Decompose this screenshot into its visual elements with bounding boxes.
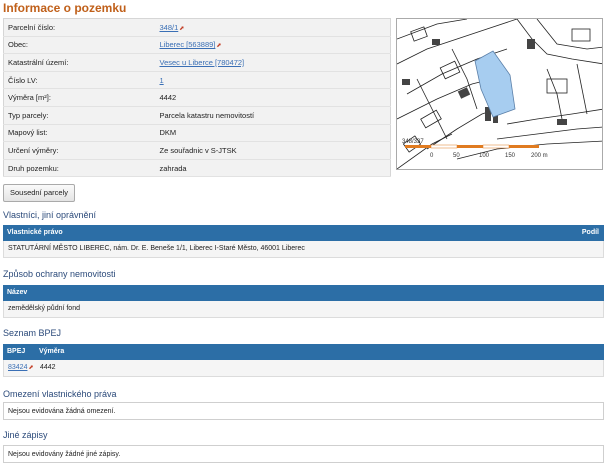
protection-section-title: Způsob ochrany nemovitosti <box>3 269 116 279</box>
table-row: zemědělský půdní fond <box>3 301 604 318</box>
parcel-number-link[interactable]: 348/1 <box>160 23 179 32</box>
owners-section-title: Vlastníci, jiní oprávnění <box>3 210 97 220</box>
column-header-name: Název <box>7 289 28 296</box>
bpej-section-title: Seznam BPEJ <box>3 328 62 338</box>
area-determination-value: Ze souřadnic v S-JTSK <box>155 141 391 160</box>
column-header-share: Podíl <box>581 229 599 236</box>
cadastral-area-link[interactable]: Vesec u Liberce [780472] <box>160 58 245 67</box>
scale-label: 200 m <box>531 153 548 159</box>
parcel-info-table: Parcelní číslo: 348/1⬈ Obec: Liberec [56… <box>3 18 391 178</box>
label-area-determination: Určení výměry: <box>3 141 156 160</box>
map-drawing: 348/337 0 50 100 150 200 m <box>397 19 602 169</box>
restrictions-section-title: Omezení vlastnického práva <box>3 389 117 399</box>
other-entries-box: Nejsou evidovány žádné jiné zápisy. <box>3 445 604 463</box>
table-row: Číslo LV: 1 <box>3 71 391 90</box>
external-link-icon[interactable]: ⬈ <box>216 43 221 49</box>
lv-number-link[interactable]: 1 <box>160 76 164 85</box>
table-row: STATUTÁRNÍ MĚSTO LIBEREC, nám. Dr. E. Be… <box>3 241 604 258</box>
page-title: Informace o pozemku <box>3 1 127 15</box>
table-row: Druh pozemku: zahrada <box>3 159 391 178</box>
restrictions-box: Nejsou evidována žádná omezení. <box>3 402 604 420</box>
map-parcel-label: 348/337 <box>402 139 424 145</box>
parcel-type-value: Parcela katastru nemovitostí <box>155 106 391 125</box>
table-row: Typ parcely: Parcela katastru nemovitost… <box>3 106 391 125</box>
scale-label: 0 <box>430 153 434 159</box>
municipality-link[interactable]: Liberec [563889] <box>160 40 216 49</box>
owners-table-header: Vlastnické právo Podíl <box>3 225 604 241</box>
table-row: Určení výměry: Ze souřadnic v S-JTSK <box>3 141 391 160</box>
table-row: 83424⬈ 4442 <box>3 360 604 377</box>
area-value: 4442 <box>155 88 391 107</box>
table-row: Výměra [m²]: 4442 <box>3 88 391 107</box>
column-header-ownership: Vlastnické právo <box>7 229 63 236</box>
external-link-icon[interactable]: ⬈ <box>28 365 33 371</box>
label-parcel-number: Parcelní číslo: <box>3 18 156 37</box>
table-row: Katastrální území: Vesec u Liberce [7804… <box>3 53 391 72</box>
other-entries-section-title: Jiné zápisy <box>3 430 48 440</box>
bpej-code-link[interactable]: 83424 <box>8 364 27 371</box>
label-map-sheet: Mapový list: <box>3 124 156 143</box>
label-parcel-type: Typ parcely: <box>3 106 156 125</box>
label-area: Výměra [m²]: <box>3 88 156 107</box>
label-municipality: Obec: <box>3 36 156 55</box>
highlighted-parcel <box>474 50 516 118</box>
scale-label: 150 <box>505 153 516 159</box>
protection-table-header: Název <box>3 285 604 301</box>
scale-label: 50 <box>453 153 460 159</box>
table-row: Obec: Liberec [563889]⬈ <box>3 36 391 55</box>
column-header-area: Výměra <box>39 348 65 355</box>
column-header-bpej: BPEJ <box>7 348 26 355</box>
scale-label: 100 <box>479 153 490 159</box>
cadastral-map[interactable]: 348/337 0 50 100 150 200 m <box>396 18 603 170</box>
label-lv-number: Číslo LV: <box>3 71 156 90</box>
neighbor-parcels-button[interactable]: Sousední parcely <box>3 184 75 202</box>
map-sheet-value: DKM <box>155 124 391 143</box>
map-scale-bar <box>405 144 539 149</box>
land-type-value: zahrada <box>155 159 391 178</box>
table-row: Parcelní číslo: 348/1⬈ <box>3 18 391 37</box>
label-land-type: Druh pozemku: <box>3 159 156 178</box>
bpej-area-value: 4442 <box>40 364 56 371</box>
table-row: Mapový list: DKM <box>3 124 391 143</box>
label-cadastral-area: Katastrální území: <box>3 53 156 72</box>
bpej-table-header: BPEJ Výměra <box>3 344 604 360</box>
external-link-icon[interactable]: ⬈ <box>179 26 184 32</box>
